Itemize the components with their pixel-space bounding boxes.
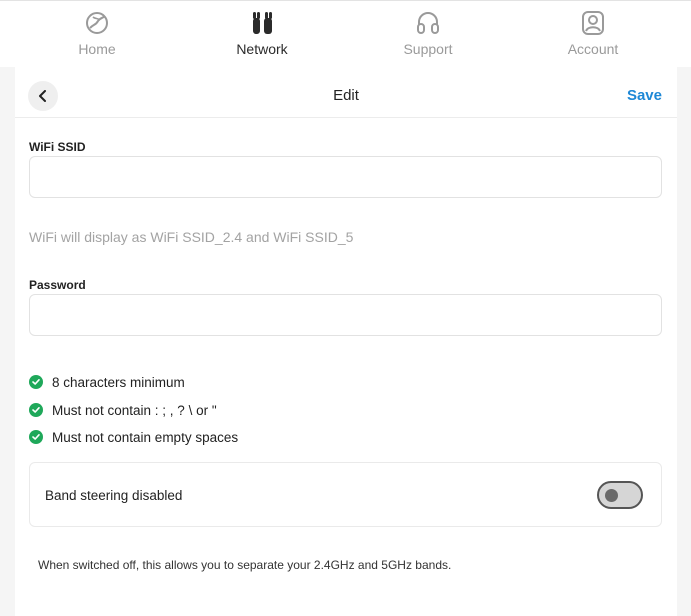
nav-label: Account (567, 41, 619, 57)
band-steering-label: Band steering disabled (45, 488, 183, 503)
nav-label: Network (236, 41, 288, 57)
band-steering-card: Band steering disabled (29, 462, 662, 527)
rule-text: Must not contain empty spaces (52, 429, 239, 445)
headset-icon (417, 12, 439, 34)
nav-item-home[interactable]: Home (37, 9, 157, 57)
save-button[interactable]: Save (627, 87, 662, 104)
password-input[interactable] (29, 294, 662, 336)
check-icon (29, 403, 43, 417)
nav-item-network[interactable]: Network (202, 9, 322, 57)
network-icon (253, 12, 272, 34)
nav-item-support[interactable]: Support (368, 9, 488, 57)
ssid-label: WiFi SSID (29, 140, 86, 154)
nav-item-account[interactable]: Account (533, 9, 653, 57)
page-title: Edit (333, 87, 359, 104)
check-icon (29, 375, 43, 389)
edit-panel: Edit Save WiFi SSID WiFi will display as… (15, 67, 677, 616)
toggle-knob (605, 489, 618, 502)
ssid-input[interactable] (29, 156, 662, 198)
rule-text: Must not contain : ; , ? \ or " (52, 402, 217, 418)
nav-label: Support (403, 41, 453, 57)
band-steering-note: When switched off, this allows you to se… (38, 558, 452, 572)
top-navigation: Home Network Support Account (0, 0, 691, 67)
band-steering-toggle[interactable] (597, 481, 643, 509)
user-icon (582, 11, 604, 35)
check-icon (29, 430, 43, 444)
rule-text: 8 characters minimum (52, 374, 185, 390)
ssid-hint: WiFi will display as WiFi SSID_2.4 and W… (29, 229, 354, 245)
password-rule: Must not contain empty spaces (29, 428, 238, 446)
password-label: Password (29, 278, 86, 292)
edit-header: Edit Save (15, 67, 677, 118)
globe-icon (86, 12, 108, 34)
password-rule: 8 characters minimum (29, 373, 185, 391)
nav-label: Home (78, 41, 116, 57)
password-rule: Must not contain : ; , ? \ or " (29, 401, 217, 419)
